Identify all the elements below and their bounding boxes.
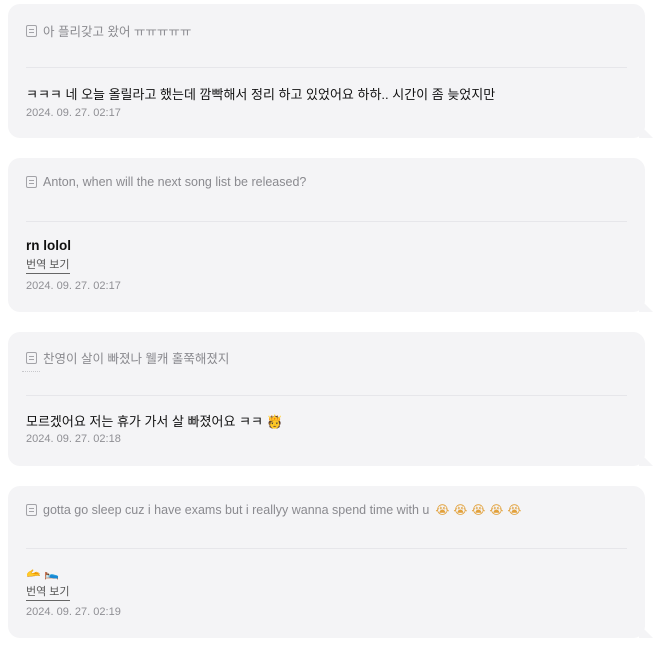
answer-text: ㅋㅋㅋ 네 오늘 올릴라고 했는데 깜빡해서 정리 하고 있었어요 하하.. 시…: [26, 87, 496, 102]
answer-emojis: 🫴 🛌: [26, 566, 60, 580]
answer-text: rn lolol: [26, 238, 71, 253]
question-row: gotta go sleep cuz i have exams but i re…: [26, 503, 525, 517]
divider: [26, 395, 627, 396]
question-row: Anton, when will the next song list be r…: [26, 175, 306, 189]
divider: [26, 67, 627, 68]
question-text: 아 플리갖고 왔어 ㅠㅠㅠㅠㅠ: [43, 25, 192, 39]
question-row: 아 플리갖고 왔어 ㅠㅠㅠㅠㅠ: [26, 21, 191, 40]
question-row: 찬영이 살이 빠졌나 웰캐 홀쭉해졌지: [26, 348, 229, 367]
answer-text: 모르겠어요 저는 휴가 가서 살 빠졌어요 ㅋㅋ 🫅: [26, 414, 283, 429]
question-icon: [26, 176, 37, 188]
truncation-mark: [22, 371, 40, 375]
question-icon: [26, 351, 37, 364]
question-text: Anton, when will the next song list be r…: [43, 175, 307, 189]
question-icon: [26, 504, 37, 516]
question-icon: [26, 24, 37, 37]
divider: [26, 221, 627, 222]
question-emojis: 😭😭😭😭😭: [435, 503, 526, 517]
question-text: 찬영이 살이 빠졌나 웰캐 홀쭉해졌지: [43, 352, 230, 366]
translate-link[interactable]: 번역 보기: [26, 586, 70, 601]
timestamp: 2024. 09. 27. 02:17: [26, 280, 121, 292]
timestamp: 2024. 09. 27. 02:18: [26, 433, 121, 445]
timestamp: 2024. 09. 27. 02:19: [26, 606, 121, 618]
divider: [26, 548, 627, 549]
translate-link[interactable]: 번역 보기: [26, 259, 70, 274]
timestamp: 2024. 09. 27. 02:17: [26, 107, 121, 119]
question-text: gotta go sleep cuz i have exams but i re…: [43, 503, 430, 517]
